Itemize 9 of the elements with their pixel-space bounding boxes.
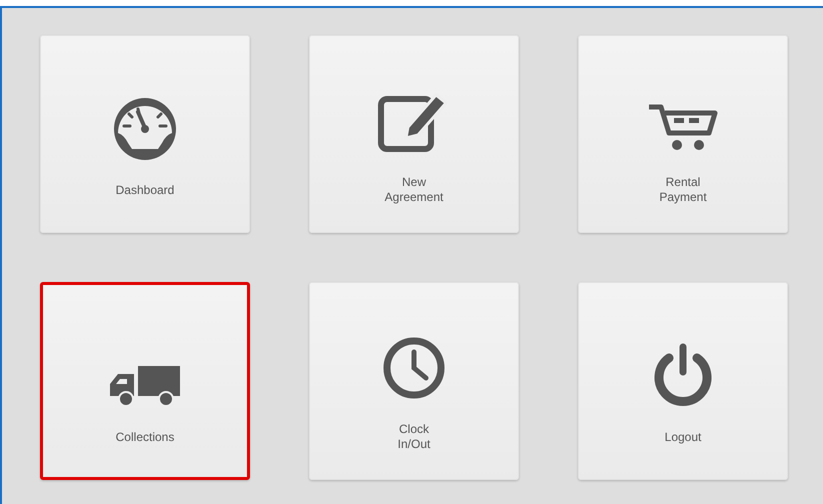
truck-icon xyxy=(108,364,182,408)
menu-tile[interactable]: Rental Payment xyxy=(578,35,788,233)
menu-tile[interactable]: Dashboard xyxy=(40,35,250,233)
clock-icon xyxy=(382,336,446,400)
cart-icon xyxy=(647,103,719,153)
menu-tile[interactable]: Logout xyxy=(578,282,788,480)
menu-tile[interactable]: Collections xyxy=(40,282,250,480)
menu-tile[interactable]: Clock In/Out xyxy=(309,282,519,480)
menu-tile[interactable]: New Agreement xyxy=(309,35,519,233)
